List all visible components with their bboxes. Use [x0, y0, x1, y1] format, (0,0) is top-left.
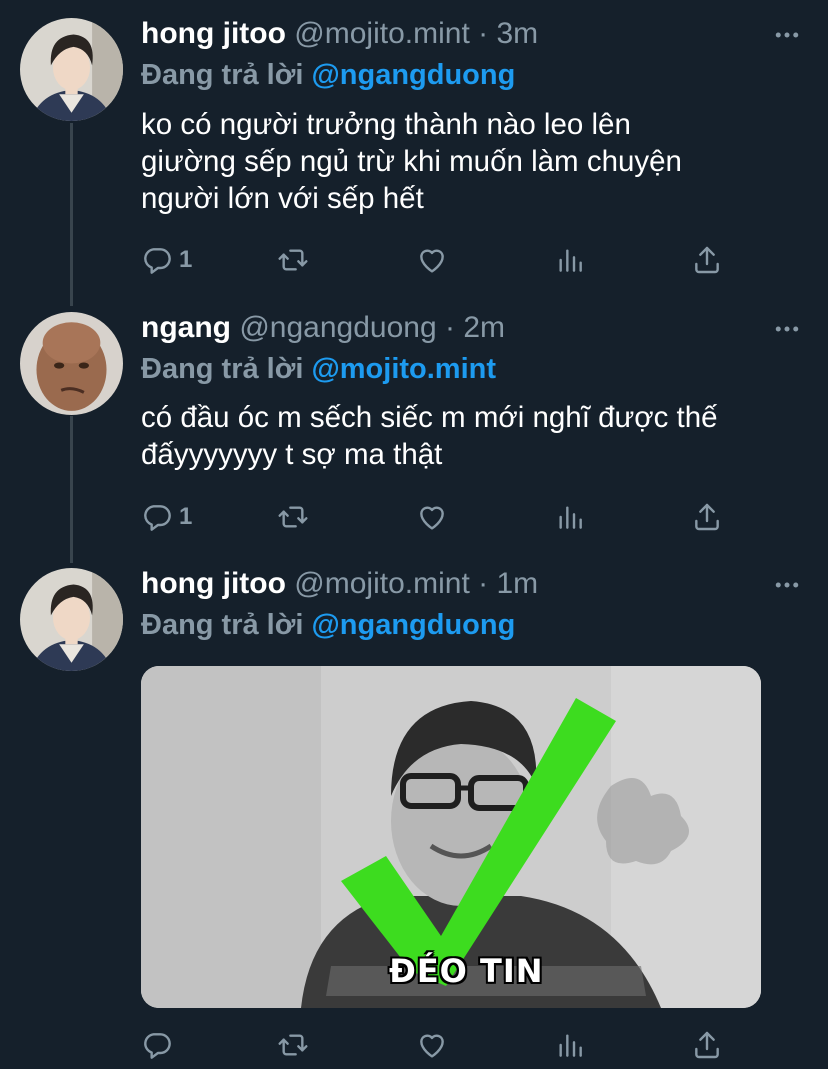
- display-name[interactable]: hong jitoo: [141, 17, 286, 50]
- avatar-image: [20, 18, 123, 121]
- separator: ·: [478, 567, 489, 600]
- user-handle[interactable]: @mojito.mint: [294, 567, 470, 600]
- retweet-icon: [277, 501, 309, 533]
- like-icon: [416, 501, 448, 533]
- separator: ·: [478, 17, 489, 50]
- share-icon: [691, 244, 723, 276]
- reply-count: 1: [179, 246, 193, 273]
- user-handle[interactable]: @mojito.mint: [294, 17, 470, 50]
- retweet-button[interactable]: [277, 240, 309, 280]
- tweet-header: hong jitoo @mojito.mint · 3m: [141, 14, 538, 54]
- tweet-text-line: giường sếp ngủ trừ khi muốn làm chuyện: [141, 145, 682, 178]
- tweet-text-line: đấyyyyyyy t sợ ma thật: [141, 438, 443, 471]
- mention-link[interactable]: @ngangduong: [311, 609, 515, 641]
- avatar[interactable]: [20, 568, 123, 671]
- analytics-icon: [554, 501, 586, 533]
- media-caption: ĐÉO TIN: [389, 952, 544, 990]
- like-button[interactable]: [416, 240, 448, 280]
- separator: ·: [445, 311, 455, 344]
- reply-icon: [141, 244, 173, 276]
- avatar[interactable]: [20, 312, 123, 415]
- action-bar: [141, 1025, 731, 1065]
- reply-icon: [141, 501, 173, 533]
- replying-prefix: Đang trả lời: [141, 59, 304, 91]
- tweet-text: ko có người trưởng thành nào leo lên giư…: [141, 106, 811, 217]
- avatar[interactable]: [20, 18, 123, 121]
- reply-button[interactable]: [141, 1025, 179, 1065]
- like-icon: [416, 244, 448, 276]
- timestamp[interactable]: 3m: [496, 17, 538, 50]
- retweet-icon: [277, 1029, 309, 1061]
- like-button[interactable]: [416, 1025, 448, 1065]
- analytics-button[interactable]: [554, 1025, 586, 1065]
- replying-to: Đang trả lời @mojito.mint: [141, 349, 496, 389]
- more-icon[interactable]: [772, 314, 802, 344]
- more-icon[interactable]: [772, 570, 802, 600]
- avatar-image: [20, 312, 123, 415]
- retweet-button[interactable]: [277, 497, 309, 537]
- replying-to: Đang trả lời @ngangduong: [141, 55, 515, 95]
- share-icon: [691, 501, 723, 533]
- share-button[interactable]: [691, 1025, 723, 1065]
- replying-prefix: Đang trả lời: [141, 609, 304, 641]
- mention-link[interactable]: @ngangduong: [311, 59, 515, 91]
- replying-to: Đang trả lời @ngangduong: [141, 605, 515, 645]
- tweet-text-line: ko có người trưởng thành nào leo lên: [141, 108, 631, 141]
- replying-prefix: Đang trả lời: [141, 353, 304, 385]
- display-name[interactable]: ngang: [141, 311, 231, 344]
- display-name[interactable]: hong jitoo: [141, 567, 286, 600]
- like-button[interactable]: [416, 497, 448, 537]
- tweet[interactable]: ngang @ngangduong · 2m Đang trả lời @moj…: [0, 294, 828, 562]
- analytics-icon: [554, 244, 586, 276]
- tweet-text: có đầu óc m sếch siếc m mới nghĩ được th…: [141, 399, 811, 473]
- tweet-media[interactable]: ĐÉO TIN: [141, 666, 761, 1008]
- action-bar: 1: [141, 240, 731, 280]
- avatar-image: [20, 568, 123, 671]
- reply-button[interactable]: 1: [141, 497, 192, 537]
- retweet-icon: [277, 244, 309, 276]
- more-icon[interactable]: [772, 20, 802, 50]
- tweet-text-line: người lớn với sếp hết: [141, 182, 424, 215]
- analytics-icon: [554, 1029, 586, 1061]
- tweet[interactable]: hong jitoo @mojito.mint · 1m Đang trả lờ…: [0, 550, 828, 1069]
- analytics-button[interactable]: [554, 497, 586, 537]
- timestamp[interactable]: 1m: [496, 567, 538, 600]
- action-bar: 1: [141, 497, 731, 537]
- reply-count: 1: [179, 503, 193, 530]
- tweet[interactable]: hong jitoo @mojito.mint · 3m Đang trả lờ…: [0, 0, 828, 306]
- reply-icon: [141, 1029, 173, 1061]
- tweet-header: hong jitoo @mojito.mint · 1m: [141, 564, 538, 604]
- tweet-header: ngang @ngangduong · 2m: [141, 308, 505, 348]
- share-button[interactable]: [691, 497, 723, 537]
- tweet-text-line: có đầu óc m sếch siếc m mới nghĩ được th…: [141, 401, 718, 434]
- analytics-button[interactable]: [554, 240, 586, 280]
- mention-link[interactable]: @mojito.mint: [311, 353, 496, 385]
- share-button[interactable]: [691, 240, 723, 280]
- like-icon: [416, 1029, 448, 1061]
- timestamp[interactable]: 2m: [463, 311, 505, 344]
- retweet-button[interactable]: [277, 1025, 309, 1065]
- user-handle[interactable]: @ngangduong: [239, 311, 436, 344]
- reply-button[interactable]: 1: [141, 240, 192, 280]
- share-icon: [691, 1029, 723, 1061]
